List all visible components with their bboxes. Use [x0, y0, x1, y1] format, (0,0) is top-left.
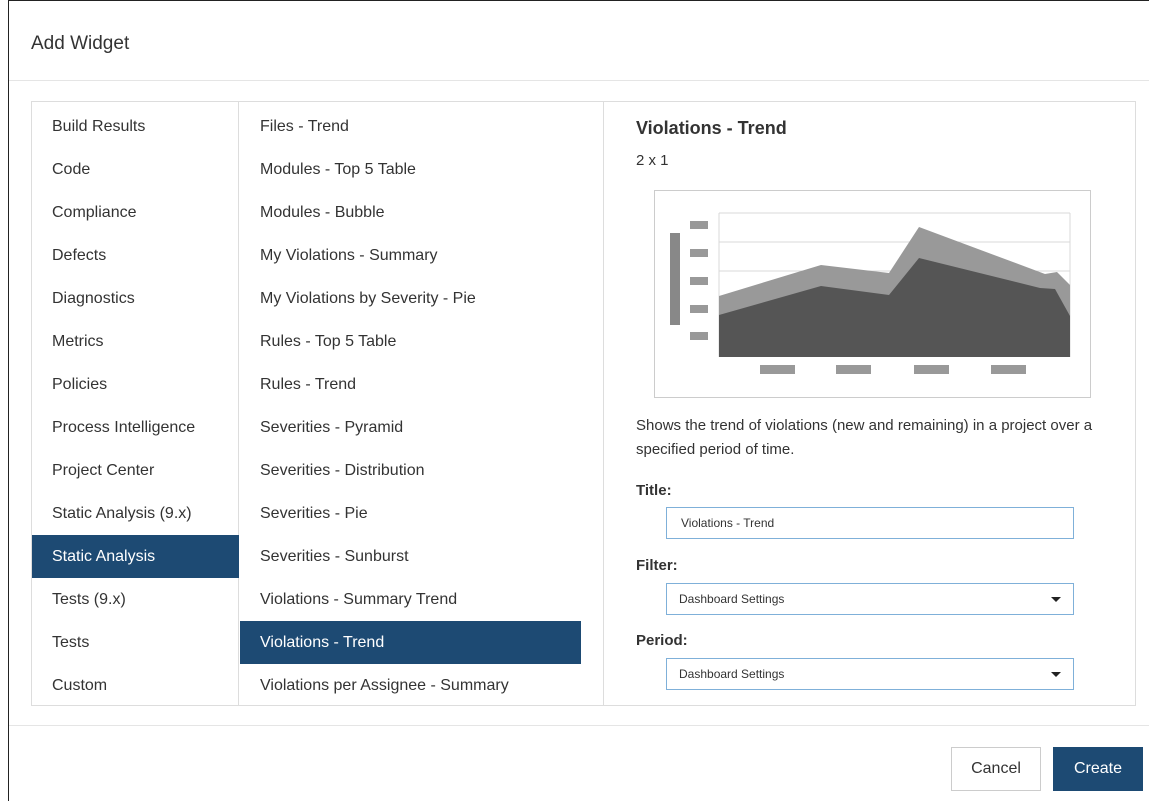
- category-item[interactable]: Defects: [32, 234, 239, 277]
- category-item[interactable]: Static Analysis: [32, 535, 239, 578]
- dialog-header: Add Widget: [9, 1, 1149, 81]
- create-button[interactable]: Create: [1053, 747, 1143, 791]
- title-input[interactable]: [666, 507, 1074, 539]
- preview-tick: [690, 249, 708, 257]
- period-select-value: Dashboard Settings: [679, 667, 785, 681]
- widget-item[interactable]: My Violations - Summary: [240, 234, 581, 277]
- widget-item[interactable]: Modules - Bubble: [240, 191, 581, 234]
- preview-x-tick: [991, 365, 1026, 374]
- period-select[interactable]: Dashboard Settings: [666, 658, 1074, 690]
- category-list: Build Results Code Compliance Defects Diagno…: [32, 102, 239, 705]
- category-item[interactable]: Custom: [32, 664, 239, 707]
- preview-x-tick: [760, 365, 795, 374]
- widget-detail: Violations - Trend 2 x 1 Shows the trend…: [636, 102, 1136, 705]
- filter-select-value: Dashboard Settings: [679, 592, 785, 606]
- widget-item[interactable]: Violations per Assignee - Summary: [240, 664, 581, 705]
- widget-preview-image: [654, 190, 1091, 398]
- widget-item[interactable]: Severities - Sunburst: [240, 535, 581, 578]
- category-item[interactable]: Code: [32, 148, 239, 191]
- filter-select[interactable]: Dashboard Settings: [666, 583, 1074, 615]
- widget-description: Shows the trend of violations (new and r…: [636, 417, 1093, 458]
- widget-item[interactable]: Severities - Distribution: [240, 449, 581, 492]
- category-item[interactable]: Build Results: [32, 105, 239, 148]
- trend-preview-graphic: [670, 212, 1071, 374]
- widget-item[interactable]: Severities - Pie: [240, 492, 581, 535]
- category-item[interactable]: Tests (9.x): [32, 578, 239, 621]
- widget-size: 2 x 1: [636, 152, 669, 169]
- widget-list: Violations per Assignee - Summary Violati…: [240, 102, 604, 705]
- widget-item[interactable]: Files - Trend: [240, 105, 581, 148]
- chevron-down-icon: [1051, 597, 1061, 602]
- preview-tick: [690, 277, 708, 285]
- widget-item[interactable]: Rules - Top 5 Table: [240, 320, 581, 363]
- category-item[interactable]: Compliance: [32, 191, 239, 234]
- widget-item[interactable]: Modules - Top 5 Table: [240, 148, 581, 191]
- cancel-button[interactable]: Cancel: [951, 747, 1041, 791]
- preview-x-tick: [914, 365, 949, 374]
- add-widget-dialog: Add Widget Build Results Code Compliance De…: [8, 0, 1149, 801]
- widget-item[interactable]: Rules - Trend: [240, 363, 581, 406]
- widget-item[interactable]: Violations - Trend: [240, 621, 581, 664]
- category-item[interactable]: Diagnostics: [32, 277, 239, 320]
- preview-tick: [690, 332, 708, 340]
- category-item[interactable]: Policies: [32, 363, 239, 406]
- preview-x-tick: [836, 365, 871, 374]
- preview-tick: [690, 221, 708, 229]
- preview-tick: [690, 305, 708, 313]
- title-label: Title:: [636, 482, 672, 499]
- category-item[interactable]: Metrics: [32, 320, 239, 363]
- category-item[interactable]: Process Intelligence: [32, 406, 239, 449]
- preview-axis-bar: [670, 233, 680, 325]
- widget-detail-title: Violations - Trend: [636, 118, 787, 138]
- category-item[interactable]: Project Center: [32, 449, 239, 492]
- widget-picker-panel: Build Results Code Compliance Defects Diagno…: [31, 101, 1136, 706]
- footer-divider: [9, 725, 1149, 726]
- period-label: Period:: [636, 632, 688, 649]
- filter-label: Filter:: [636, 557, 678, 574]
- widget-item[interactable]: My Violations by Severity - Pie: [240, 277, 581, 320]
- dialog-title: Add Widget: [31, 33, 130, 54]
- chevron-down-icon: [1051, 672, 1061, 677]
- widget-item[interactable]: Severities - Pyramid: [240, 406, 581, 449]
- widget-item[interactable]: Violations - Summary Trend: [240, 578, 581, 621]
- category-item[interactable]: Static Analysis (9.x): [32, 492, 239, 535]
- category-item[interactable]: Tests: [32, 621, 239, 664]
